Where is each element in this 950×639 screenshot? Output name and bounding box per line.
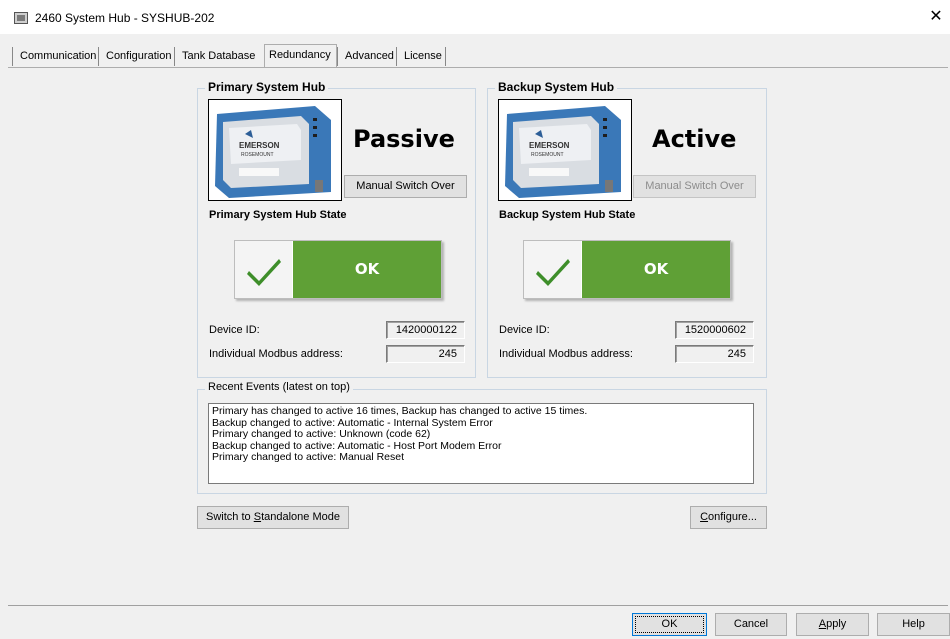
backup-state-indicator: OK [523,240,731,299]
cancel-button[interactable]: Cancel [715,613,787,636]
tab-advanced[interactable]: Advanced [337,47,397,66]
backup-image-sub: ROSEMOUNT [531,152,564,158]
primary-hub-image: EMERSON ROSEMOUNT [208,99,342,201]
check-icon [235,241,292,298]
recent-events-list[interactable]: Primary has changed to active 16 times, … [208,403,754,484]
bottom-separator [8,605,948,606]
primary-device-id-field: 1420000122 [386,321,465,339]
redundancy-panel: Primary System Hub EMERSON ROSEMOUNT Pas… [8,67,948,605]
backup-state-label: Backup System Hub State [499,209,636,221]
help-button[interactable]: Help [877,613,950,636]
tab-communication[interactable]: Communication [12,47,98,66]
primary-image-brand: EMERSON [239,141,280,150]
primary-mode: Passive [353,125,455,153]
apply-button[interactable]: Apply [796,613,869,636]
app-icon [14,12,28,24]
primary-device-id-label: Device ID: [209,324,260,336]
list-item: Primary changed to active: Manual Reset [212,451,405,463]
primary-image-sub: ROSEMOUNT [241,152,274,158]
tab-redundancy[interactable]: Redundancy [264,44,337,68]
tab-configuration[interactable]: Configuration [98,47,174,66]
primary-state-value: OK [293,241,441,298]
primary-hub-group: Primary System Hub EMERSON ROSEMOUNT Pas… [197,80,476,378]
primary-state-label: Primary System Hub State [209,209,347,221]
primary-modbus-label: Individual Modbus address: [209,348,343,360]
window-title: 2460 System Hub - SYSHUB-202 [35,11,215,25]
backup-device-id-field: 1520000602 [675,321,754,339]
configure-button[interactable]: Configure... [690,506,767,529]
close-icon[interactable]: ✕ [926,8,946,26]
title-bar: 2460 System Hub - SYSHUB-202 ✕ [0,0,950,34]
tab-tank-database[interactable]: Tank Database [174,47,264,66]
recent-events-title: Recent Events (latest on top) [205,381,353,393]
backup-manual-switch-button[interactable]: Manual Switch Over [633,175,756,198]
list-item: Primary changed to active: Unknown (code… [212,428,431,440]
primary-manual-switch-button[interactable]: Manual Switch Over [344,175,467,198]
backup-image-brand: EMERSON [529,141,570,150]
ok-button[interactable]: OK [632,613,707,636]
backup-mode: Active [652,125,737,153]
backup-modbus-field: 245 [675,345,754,363]
backup-hub-title: Backup System Hub [495,80,618,94]
list-item: Primary has changed to active 16 times, … [212,405,588,417]
backup-state-value: OK [582,241,730,298]
check-icon [524,241,581,298]
primary-modbus-field: 245 [386,345,465,363]
primary-hub-title: Primary System Hub [205,80,329,94]
tab-license[interactable]: License [396,47,445,66]
recent-events-group: Recent Events (latest on top) Primary ha… [197,381,767,494]
backup-hub-image: EMERSON ROSEMOUNT [498,99,632,201]
backup-modbus-label: Individual Modbus address: [499,348,633,360]
backup-device-id-label: Device ID: [499,324,550,336]
primary-state-indicator: OK [234,240,442,299]
backup-hub-group: Backup System Hub EMERSON ROSEMOUNT Acti… [487,80,767,378]
switch-standalone-button[interactable]: Switch to Standalone Mode [197,506,349,529]
